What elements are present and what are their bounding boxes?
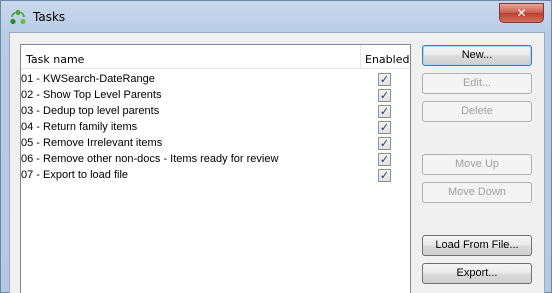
enabled-checkbox[interactable]: ✓ (378, 137, 391, 150)
enabled-checkbox[interactable]: ✓ (378, 89, 391, 102)
load-from-file-button[interactable]: Load From File... (422, 235, 532, 256)
column-header-enabled[interactable]: Enabled (361, 45, 410, 69)
dialog-client-area: Task name Enabled 01 - KWSearch-DateRang… (9, 32, 545, 293)
enabled-checkbox[interactable]: ✓ (378, 153, 391, 166)
list-item[interactable]: 05 - Remove Irrelevant items ✓ (21, 136, 410, 152)
task-list[interactable]: Task name Enabled 01 - KWSearch-DateRang… (20, 44, 411, 293)
list-item[interactable]: 03 - Dedup top level parents ✓ (21, 104, 410, 120)
enabled-checkbox[interactable]: ✓ (378, 73, 391, 86)
task-name: 04 - Return family items (21, 121, 138, 133)
export-button[interactable]: Export... (422, 263, 532, 284)
task-name: 05 - Remove Irrelevant items (21, 137, 163, 149)
list-item[interactable]: 01 - KWSearch-DateRange ✓ (21, 72, 410, 88)
task-name: 06 - Remove other non-docs - Items ready… (21, 153, 279, 165)
column-header-task-name[interactable]: Task name (21, 45, 361, 69)
green-circular-arrows-icon (10, 9, 26, 25)
enabled-checkbox[interactable]: ✓ (378, 121, 391, 134)
move-down-button[interactable]: Move Down (422, 182, 532, 203)
list-item[interactable]: 07 - Export to load file ✓ (21, 168, 410, 184)
list-header: Task name Enabled (21, 45, 410, 69)
task-name: 01 - KWSearch-DateRange (21, 73, 155, 85)
enabled-checkbox[interactable]: ✓ (378, 169, 391, 182)
list-item[interactable]: 02 - Show Top Level Parents ✓ (21, 88, 410, 104)
move-up-button[interactable]: Move Up (422, 154, 532, 175)
close-icon: ✕ (516, 6, 527, 20)
task-name: 03 - Dedup top level parents (21, 105, 160, 117)
edit-button[interactable]: Edit... (422, 73, 532, 94)
list-item[interactable]: 04 - Return family items ✓ (21, 120, 410, 136)
list-item[interactable]: 06 - Remove other non-docs - Items ready… (21, 152, 410, 168)
tasks-window: Tasks ✕ Task name Enabled 01 - KWSearch-… (0, 0, 552, 293)
enabled-checkbox[interactable]: ✓ (378, 105, 391, 118)
window-title: Tasks (33, 10, 66, 24)
delete-button[interactable]: Delete (422, 101, 532, 122)
title-bar[interactable]: Tasks ✕ (1, 1, 551, 33)
task-name: 02 - Show Top Level Parents (21, 89, 162, 101)
task-name: 07 - Export to load file (21, 169, 129, 181)
close-button[interactable]: ✕ (499, 3, 544, 23)
new-button[interactable]: New... (422, 45, 532, 66)
